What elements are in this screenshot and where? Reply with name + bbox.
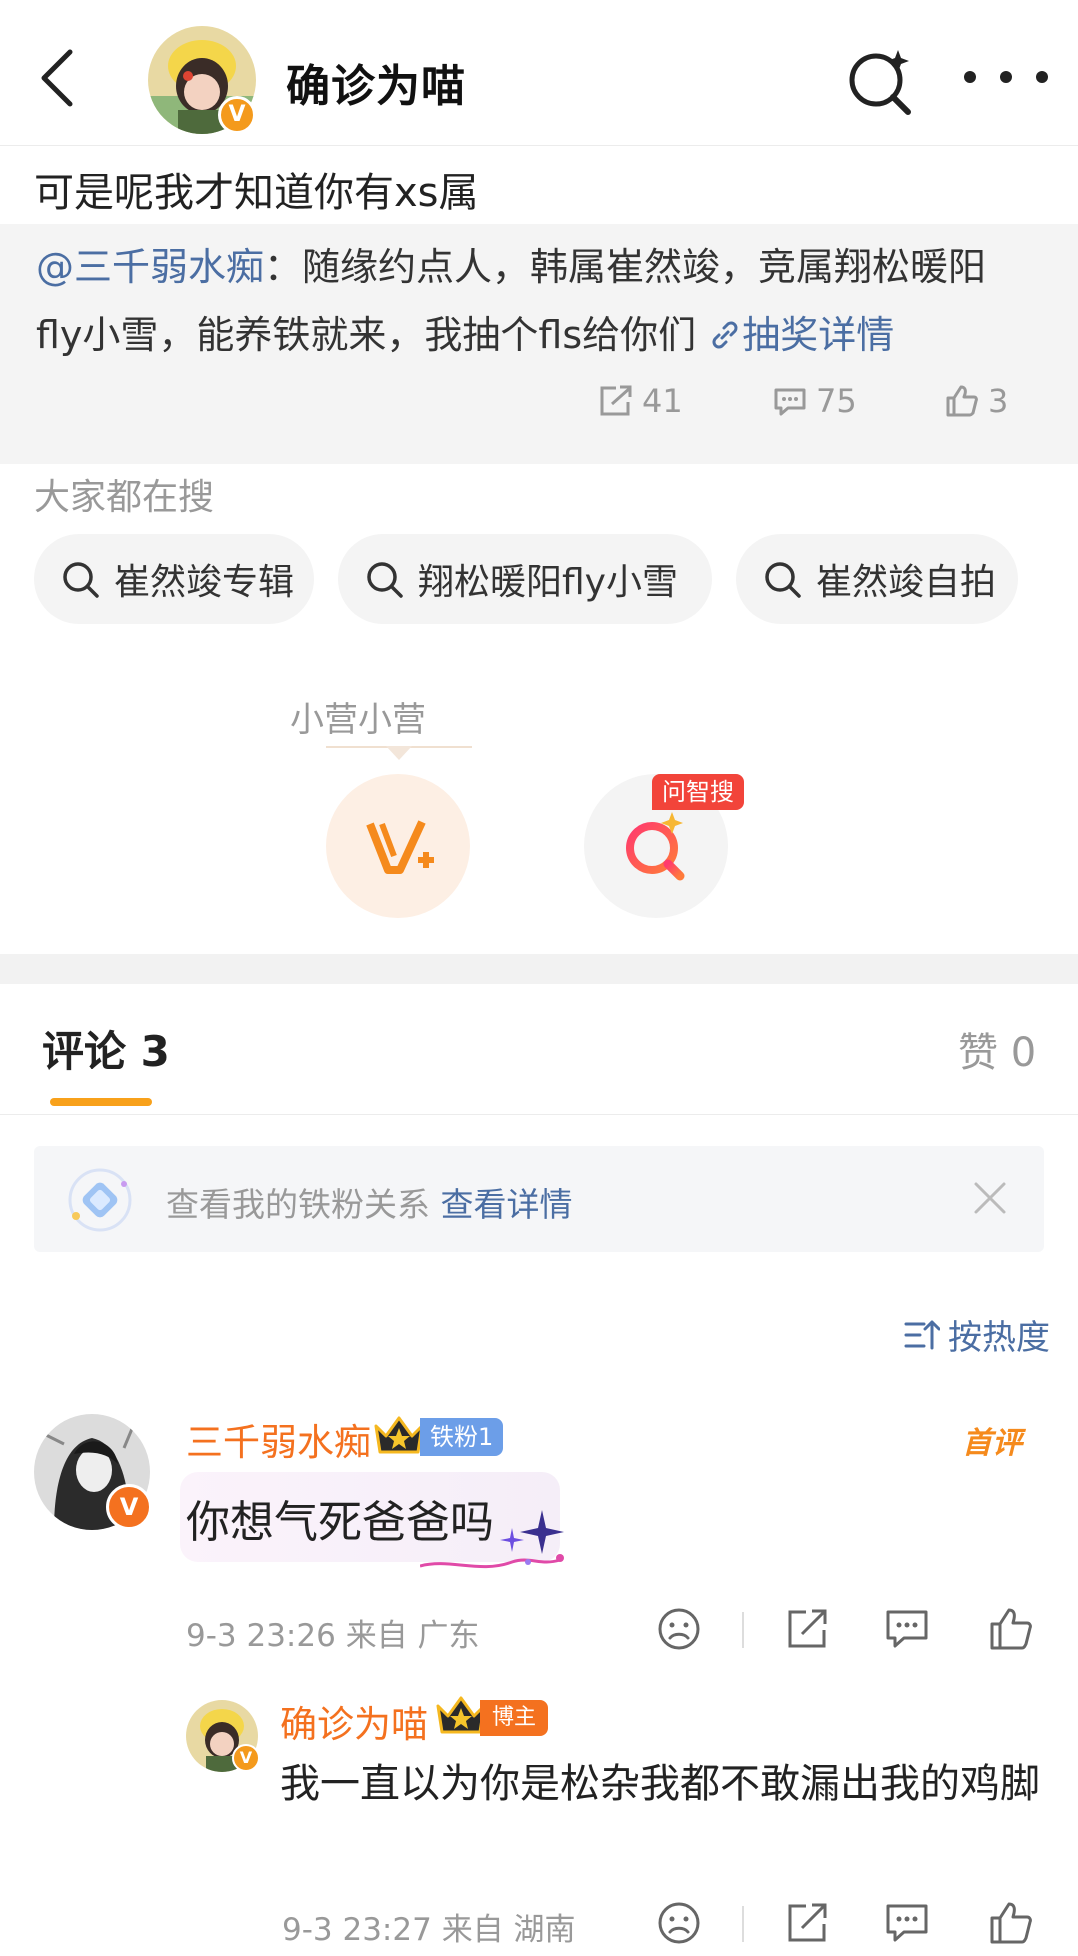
crown-icon (372, 1412, 426, 1458)
first-comment-tag: 首评 (962, 1426, 1022, 1461)
thumb-up-icon[interactable] (988, 1606, 1034, 1652)
dislike-face-icon[interactable] (656, 1606, 702, 1652)
close-icon[interactable] (970, 1178, 1010, 1218)
more-icon[interactable] (960, 62, 1052, 92)
like-count[interactable]: 3 (944, 382, 1008, 420)
trending-search-title: 大家都在搜 (34, 477, 215, 518)
reply-icon[interactable] (884, 1900, 930, 1946)
reply-meta: 9-3 23:27 来自 湖南 (282, 1904, 576, 1949)
thumb-up-icon (946, 385, 978, 417)
thumb-up-icon[interactable] (988, 1900, 1034, 1946)
quoted-text: fly小雪，能养铁就来，我抽个fls给你们 (36, 313, 697, 357)
comment-icon (774, 388, 806, 416)
search-icon (765, 562, 801, 598)
quoted-text-line1: @三千弱水痴：随缘约点人，韩属崔然竣，竞属翔松暖阳 (36, 236, 986, 291)
search-chip[interactable]: 翔松暖阳fly小雪 (338, 534, 712, 624)
v-plus-icon (366, 820, 434, 874)
section-divider (0, 954, 1078, 984)
back-arrow-icon[interactable] (30, 46, 90, 110)
ai-badge: 问智搜 (652, 774, 744, 810)
search-chip[interactable]: 崔然竣专辑 (34, 534, 314, 624)
view-details-link[interactable]: 查看详情 (441, 1185, 573, 1224)
fan-level-badge: 铁粉1 (420, 1418, 504, 1456)
lottery-link[interactable]: 抽奖详情 (696, 313, 894, 357)
quoted-text-line2: fly小雪，能养铁就来，我抽个fls给你们 抽奖详情 (36, 304, 894, 359)
tab-likes[interactable]: 赞 0 (958, 1020, 1036, 1078)
divider (0, 1114, 1078, 1115)
active-tab-indicator (50, 1098, 152, 1106)
sparkle-decoration-icon (420, 1500, 570, 1580)
sort-icon (904, 1320, 940, 1349)
mention-link[interactable]: @三千弱水痴 (36, 245, 264, 289)
repost-text: 可是呢我才知道你有xs属 (34, 170, 479, 216)
fan-banner-text: 查看我的铁粉关系 查看详情 (166, 1185, 573, 1224)
repost-icon (600, 385, 632, 416)
comment-count[interactable]: 75 (772, 382, 857, 420)
comment-time: 9-3 23:26 (186, 1618, 336, 1654)
diamond-icon (64, 1164, 136, 1236)
dislike-face-icon[interactable] (656, 1900, 702, 1946)
sort-button[interactable]: 按热度 (904, 1310, 1050, 1359)
verified-badge: V (218, 96, 256, 134)
author-badge: 博主 (480, 1700, 549, 1736)
reply-location: 来自 湖南 (441, 1912, 576, 1948)
ai-search-icon[interactable] (846, 46, 916, 116)
comment-meta: 9-3 23:26 来自 广东 (186, 1610, 480, 1655)
repost-count[interactable]: 41 (598, 382, 683, 420)
quoted-text: ：随缘约点人，韩属崔然竣，竞属翔松暖阳 (264, 245, 987, 289)
divider (742, 1906, 744, 1942)
search-chip[interactable]: 崔然竣自拍 (736, 534, 1018, 624)
reply-icon[interactable] (884, 1606, 930, 1652)
verified-badge: V (106, 1484, 152, 1530)
tooltip-arrow (386, 746, 412, 760)
assistant-tooltip: 小营小营 (290, 700, 426, 740)
commenter-name[interactable]: 三千弱水痴 (186, 1412, 371, 1466)
reply-text: 我一直以为你是松杂我都不敢漏出我的鸡脚 (280, 1761, 1040, 1807)
comment-location: 来自 广东 (345, 1618, 480, 1654)
tab-comments[interactable]: 评论 3 (42, 1018, 170, 1079)
search-icon (367, 562, 403, 598)
reply-time: 9-3 23:27 (282, 1912, 432, 1948)
author-name[interactable]: 确诊为喵 (286, 50, 466, 114)
replier-name[interactable]: 确诊为喵 (280, 1694, 428, 1748)
divider (742, 1612, 744, 1648)
search-icon (63, 562, 99, 598)
link-icon (712, 321, 738, 349)
verified-badge: V (232, 1744, 260, 1772)
share-icon[interactable] (784, 1606, 830, 1652)
share-icon[interactable] (784, 1900, 830, 1946)
v-plus-button[interactable] (326, 774, 470, 918)
